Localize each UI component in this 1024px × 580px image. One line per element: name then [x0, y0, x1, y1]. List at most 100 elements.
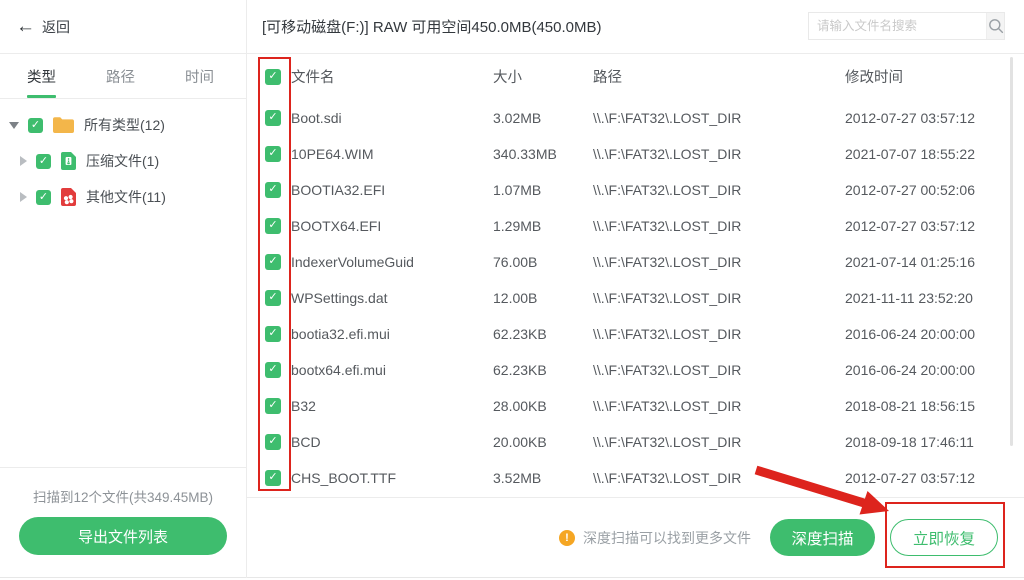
row-checkbox[interactable] — [265, 362, 281, 378]
table-row[interactable]: WPSettings.dat 12.00B \\.\F:\FAT32\.LOST… — [247, 280, 1024, 316]
file-name: BOOTIA32.EFI — [291, 182, 493, 198]
table-row[interactable]: Boot.sdi 3.02MB \\.\F:\FAT32\.LOST_DIR 2… — [247, 100, 1024, 136]
sidebar-tabs: 类型 路径 时间 — [0, 54, 246, 99]
file-type-tree: 所有类型(12) 压缩文件(1) — [0, 99, 246, 467]
file-name: B32 — [291, 398, 493, 414]
tree-item-all-types[interactable]: 所有类型(12) — [0, 107, 246, 143]
file-size: 12.00B — [493, 290, 593, 306]
sidebar-footer: 扫描到12个文件(共349.45MB) 导出文件列表 — [0, 467, 246, 578]
file-modified: 2021-11-11 23:52:20 — [845, 290, 1024, 306]
row-checkbox[interactable] — [265, 326, 281, 342]
file-path: \\.\F:\FAT32\.LOST_DIR — [593, 290, 845, 306]
file-modified: 2021-07-14 01:25:16 — [845, 254, 1024, 270]
file-modified: 2012-07-27 03:57:12 — [845, 218, 1024, 234]
other-file-icon — [60, 187, 77, 207]
file-name: CHS_BOOT.TTF — [291, 470, 493, 486]
search-input[interactable] — [809, 13, 986, 39]
file-table: Boot.sdi 3.02MB \\.\F:\FAT32\.LOST_DIR 2… — [247, 100, 1024, 497]
caret-right-icon[interactable] — [20, 156, 27, 166]
vertical-scrollbar[interactable] — [1010, 57, 1013, 446]
tree-checkbox[interactable] — [36, 190, 51, 205]
tree-item-label: 压缩文件(1) — [86, 151, 159, 171]
row-checkbox[interactable] — [265, 218, 281, 234]
back-arrow-icon: ← — [16, 17, 35, 36]
tab-time[interactable]: 时间 — [185, 54, 214, 98]
file-modified: 2018-09-18 17:46:11 — [845, 434, 1024, 450]
tree-item-label: 其他文件(11) — [86, 187, 166, 207]
table-row[interactable]: bootia32.efi.mui 62.23KB \\.\F:\FAT32\.L… — [247, 316, 1024, 352]
file-path: \\.\F:\FAT32\.LOST_DIR — [593, 254, 845, 270]
file-modified: 2018-08-21 18:56:15 — [845, 398, 1024, 414]
table-row[interactable]: BOOTIA32.EFI 1.07MB \\.\F:\FAT32\.LOST_D… — [247, 172, 1024, 208]
table-row[interactable]: BCD 20.00KB \\.\F:\FAT32\.LOST_DIR 2018-… — [247, 424, 1024, 460]
search-icon — [988, 18, 1004, 34]
file-modified: 2016-06-24 20:00:00 — [845, 326, 1024, 342]
search-button[interactable] — [986, 13, 1004, 39]
select-all-checkbox[interactable] — [265, 69, 281, 85]
scan-summary: 扫描到12个文件(共349.45MB) — [0, 486, 246, 506]
tab-path[interactable]: 路径 — [106, 54, 135, 98]
tree-checkbox[interactable] — [36, 154, 51, 169]
row-checkbox[interactable] — [265, 398, 281, 414]
file-modified: 2016-06-24 20:00:00 — [845, 362, 1024, 378]
warning-icon: ! — [559, 530, 575, 546]
file-path: \\.\F:\FAT32\.LOST_DIR — [593, 110, 845, 126]
file-name: WPSettings.dat — [291, 290, 493, 306]
tree-item-other[interactable]: 其他文件(11) — [0, 179, 246, 215]
column-header-path: 路径 — [593, 66, 845, 87]
file-path: \\.\F:\FAT32\.LOST_DIR — [593, 362, 845, 378]
tree-checkbox[interactable] — [28, 118, 43, 133]
file-path: \\.\F:\FAT32\.LOST_DIR — [593, 434, 845, 450]
recover-now-button[interactable]: 立即恢复 — [890, 519, 998, 556]
file-name: IndexerVolumeGuid — [291, 254, 493, 270]
caret-down-icon[interactable] — [9, 122, 19, 129]
file-path: \\.\F:\FAT32\.LOST_DIR — [593, 146, 845, 162]
column-header-size: 大小 — [493, 66, 593, 87]
file-modified: 2021-07-07 18:55:22 — [845, 146, 1024, 162]
file-modified: 2012-07-27 00:52:06 — [845, 182, 1024, 198]
file-size: 28.00KB — [493, 398, 593, 414]
zip-file-icon — [60, 151, 77, 171]
table-row[interactable]: bootx64.efi.mui 62.23KB \\.\F:\FAT32\.LO… — [247, 352, 1024, 388]
file-name: 10PE64.WIM — [291, 146, 493, 162]
table-row[interactable]: 10PE64.WIM 340.33MB \\.\F:\FAT32\.LOST_D… — [247, 136, 1024, 172]
row-checkbox[interactable] — [265, 110, 281, 126]
table-header: 文件名 大小 路径 修改时间 — [247, 54, 1024, 100]
row-checkbox[interactable] — [265, 434, 281, 450]
file-size: 20.00KB — [493, 434, 593, 450]
row-checkbox[interactable] — [265, 470, 281, 486]
table-row[interactable]: BOOTX64.EFI 1.29MB \\.\F:\FAT32\.LOST_DI… — [247, 208, 1024, 244]
export-file-list-button[interactable]: 导出文件列表 — [19, 517, 227, 555]
file-modified: 2012-07-27 03:57:12 — [845, 470, 1024, 486]
row-checkbox[interactable] — [265, 290, 281, 306]
deep-scan-hint: 深度扫描可以找到更多文件 — [583, 528, 751, 548]
column-header-modified: 修改时间 — [845, 66, 1024, 87]
table-row[interactable]: CHS_BOOT.TTF 3.52MB \\.\F:\FAT32\.LOST_D… — [247, 460, 1024, 496]
back-button[interactable]: ← 返回 — [16, 17, 70, 37]
caret-right-icon[interactable] — [20, 192, 27, 202]
tab-type[interactable]: 类型 — [27, 54, 56, 98]
file-name: BOOTX64.EFI — [291, 218, 493, 234]
drive-title: [可移动磁盘(F:)] RAW 可用空间450.0MB(450.0MB) — [262, 16, 602, 37]
table-row[interactable]: IndexerVolumeGuid 76.00B \\.\F:\FAT32\.L… — [247, 244, 1024, 280]
column-header-name: 文件名 — [291, 66, 493, 87]
file-name: Boot.sdi — [291, 110, 493, 126]
row-checkbox[interactable] — [265, 254, 281, 270]
file-recovery-window: ← 返回 类型 路径 时间 所有类型(12) — [0, 0, 1024, 578]
file-path: \\.\F:\FAT32\.LOST_DIR — [593, 182, 845, 198]
file-size: 62.23KB — [493, 326, 593, 342]
search-box — [808, 12, 1005, 40]
table-row[interactable]: B32 28.00KB \\.\F:\FAT32\.LOST_DIR 2018-… — [247, 388, 1024, 424]
file-path: \\.\F:\FAT32\.LOST_DIR — [593, 398, 845, 414]
tree-item-label: 所有类型(12) — [84, 115, 165, 135]
action-bar: ! 深度扫描可以找到更多文件 深度扫描 立即恢复 — [247, 497, 1024, 577]
file-size: 3.02MB — [493, 110, 593, 126]
file-size: 76.00B — [493, 254, 593, 270]
row-checkbox[interactable] — [265, 182, 281, 198]
deep-scan-button[interactable]: 深度扫描 — [770, 519, 875, 556]
row-checkbox[interactable] — [265, 146, 281, 162]
file-name: bootia32.efi.mui — [291, 326, 493, 342]
title-bar: [可移动磁盘(F:)] RAW 可用空间450.0MB(450.0MB) — [247, 0, 1024, 54]
main-panel: [可移动磁盘(F:)] RAW 可用空间450.0MB(450.0MB) 文件名… — [247, 0, 1024, 577]
tree-item-compressed[interactable]: 压缩文件(1) — [0, 143, 246, 179]
